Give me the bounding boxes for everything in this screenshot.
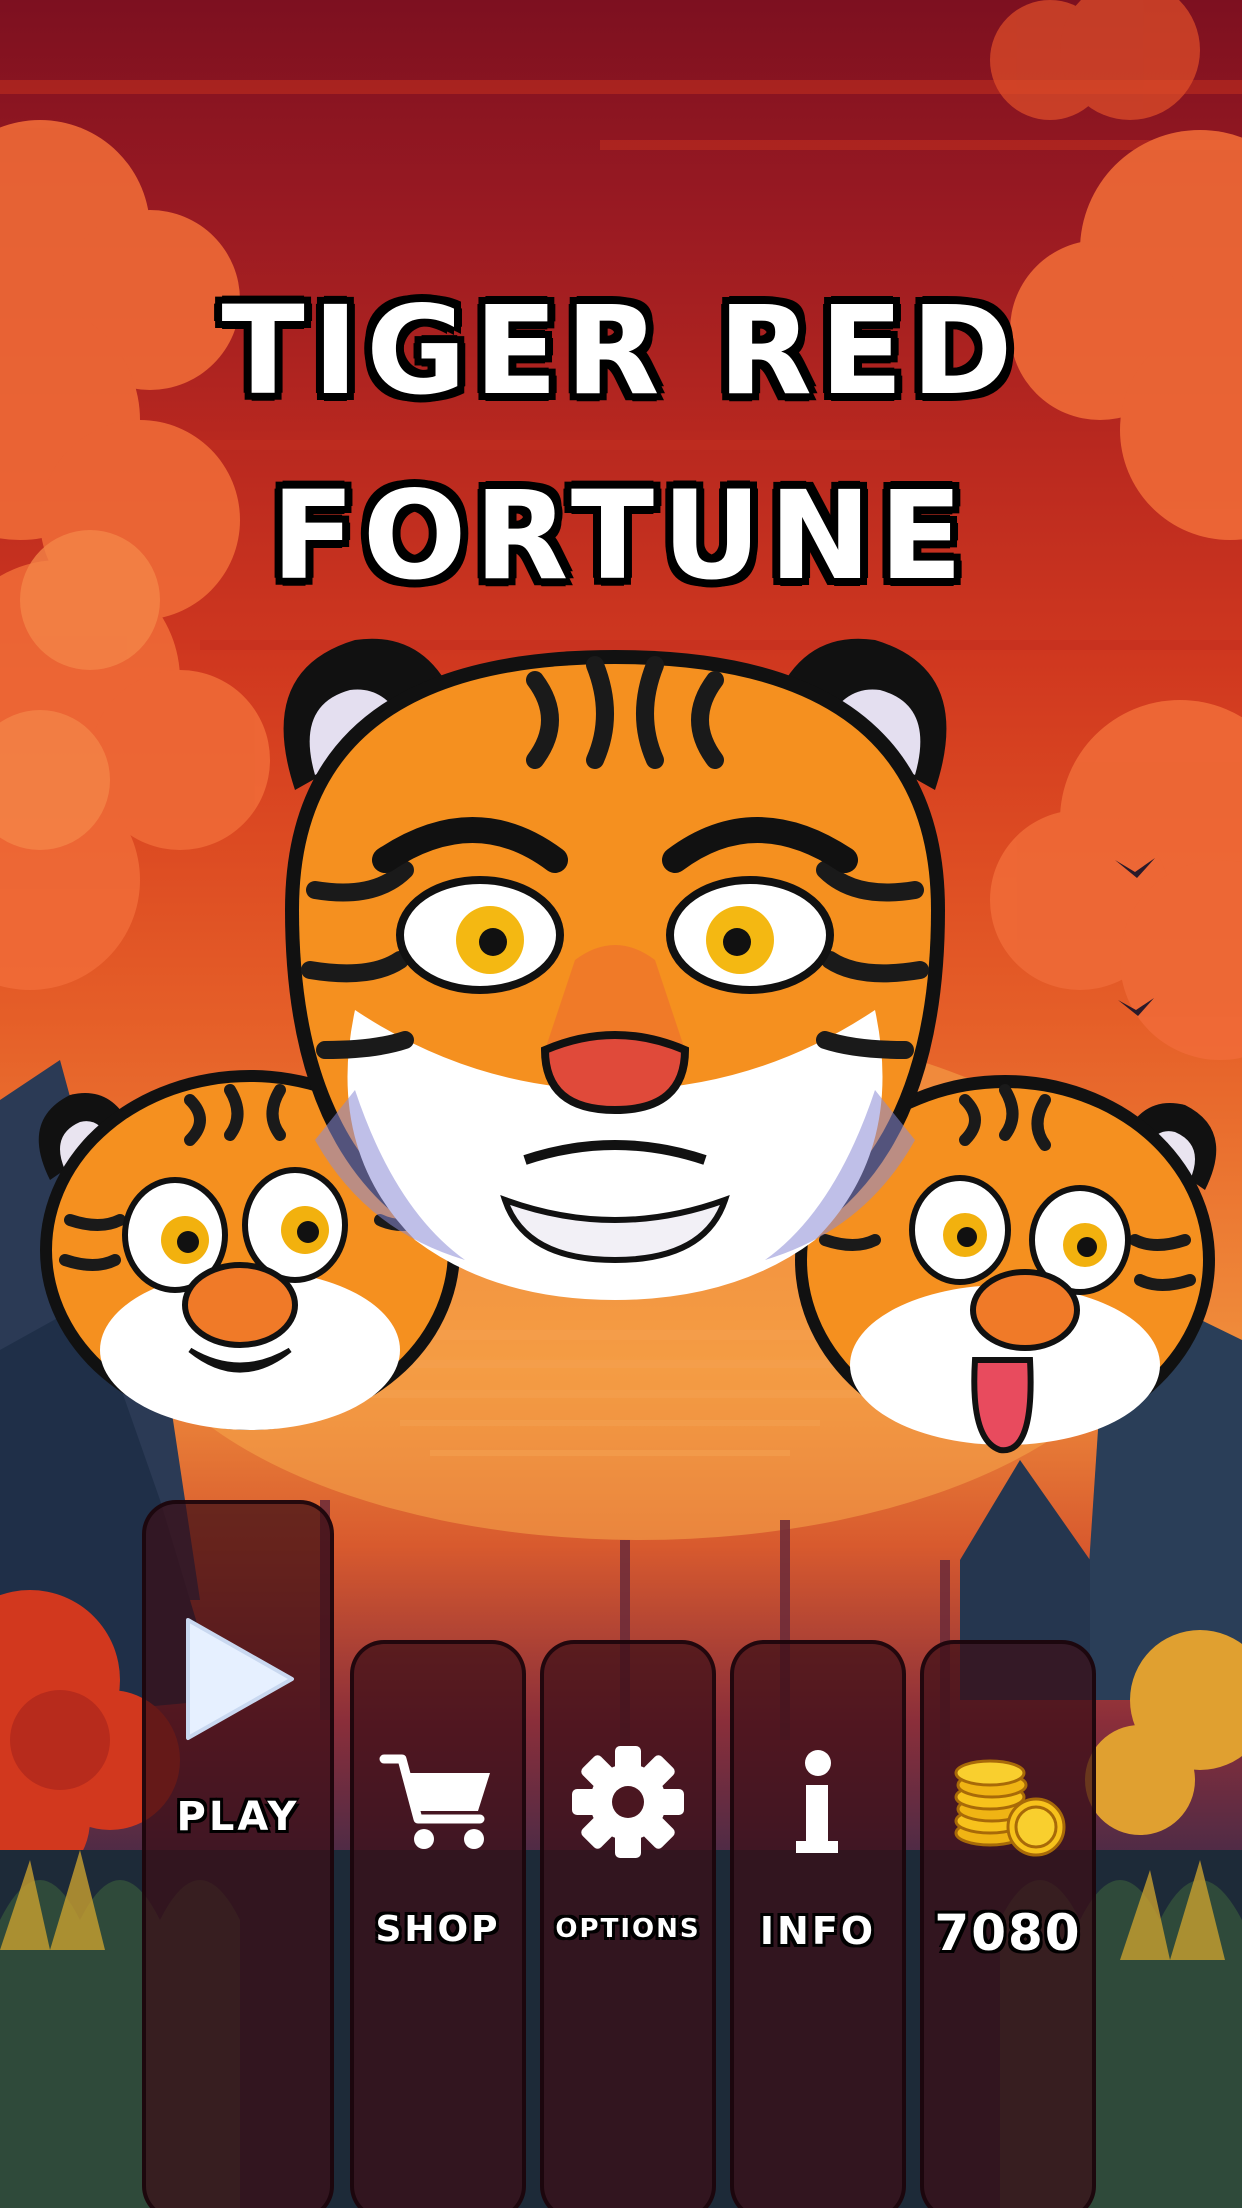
gear-icon xyxy=(544,1744,712,1860)
shop-label: SHOP xyxy=(375,1909,501,1950)
options-label: OPTIONS xyxy=(555,1914,701,1944)
center-tiger xyxy=(283,638,947,1300)
options-button[interactable]: OPTIONS xyxy=(540,1640,716,2208)
play-label: PLAY xyxy=(176,1794,300,1840)
info-icon xyxy=(734,1749,902,1859)
play-icon xyxy=(146,1614,330,1744)
info-label: INFO xyxy=(759,1909,877,1953)
coins-counter: 7080 xyxy=(934,1904,1082,1962)
cart-icon xyxy=(354,1749,522,1859)
coins-icon xyxy=(924,1749,1092,1859)
shop-button[interactable]: SHOP xyxy=(350,1640,526,2208)
main-menu-screen: TIGER RED FORTUNE PLAY SHOP OPTIONS INFO… xyxy=(0,0,1242,2208)
info-button[interactable]: INFO xyxy=(730,1640,906,2208)
coins-button[interactable]: 7080 xyxy=(920,1640,1096,2208)
play-button[interactable]: PLAY xyxy=(142,1500,334,2208)
